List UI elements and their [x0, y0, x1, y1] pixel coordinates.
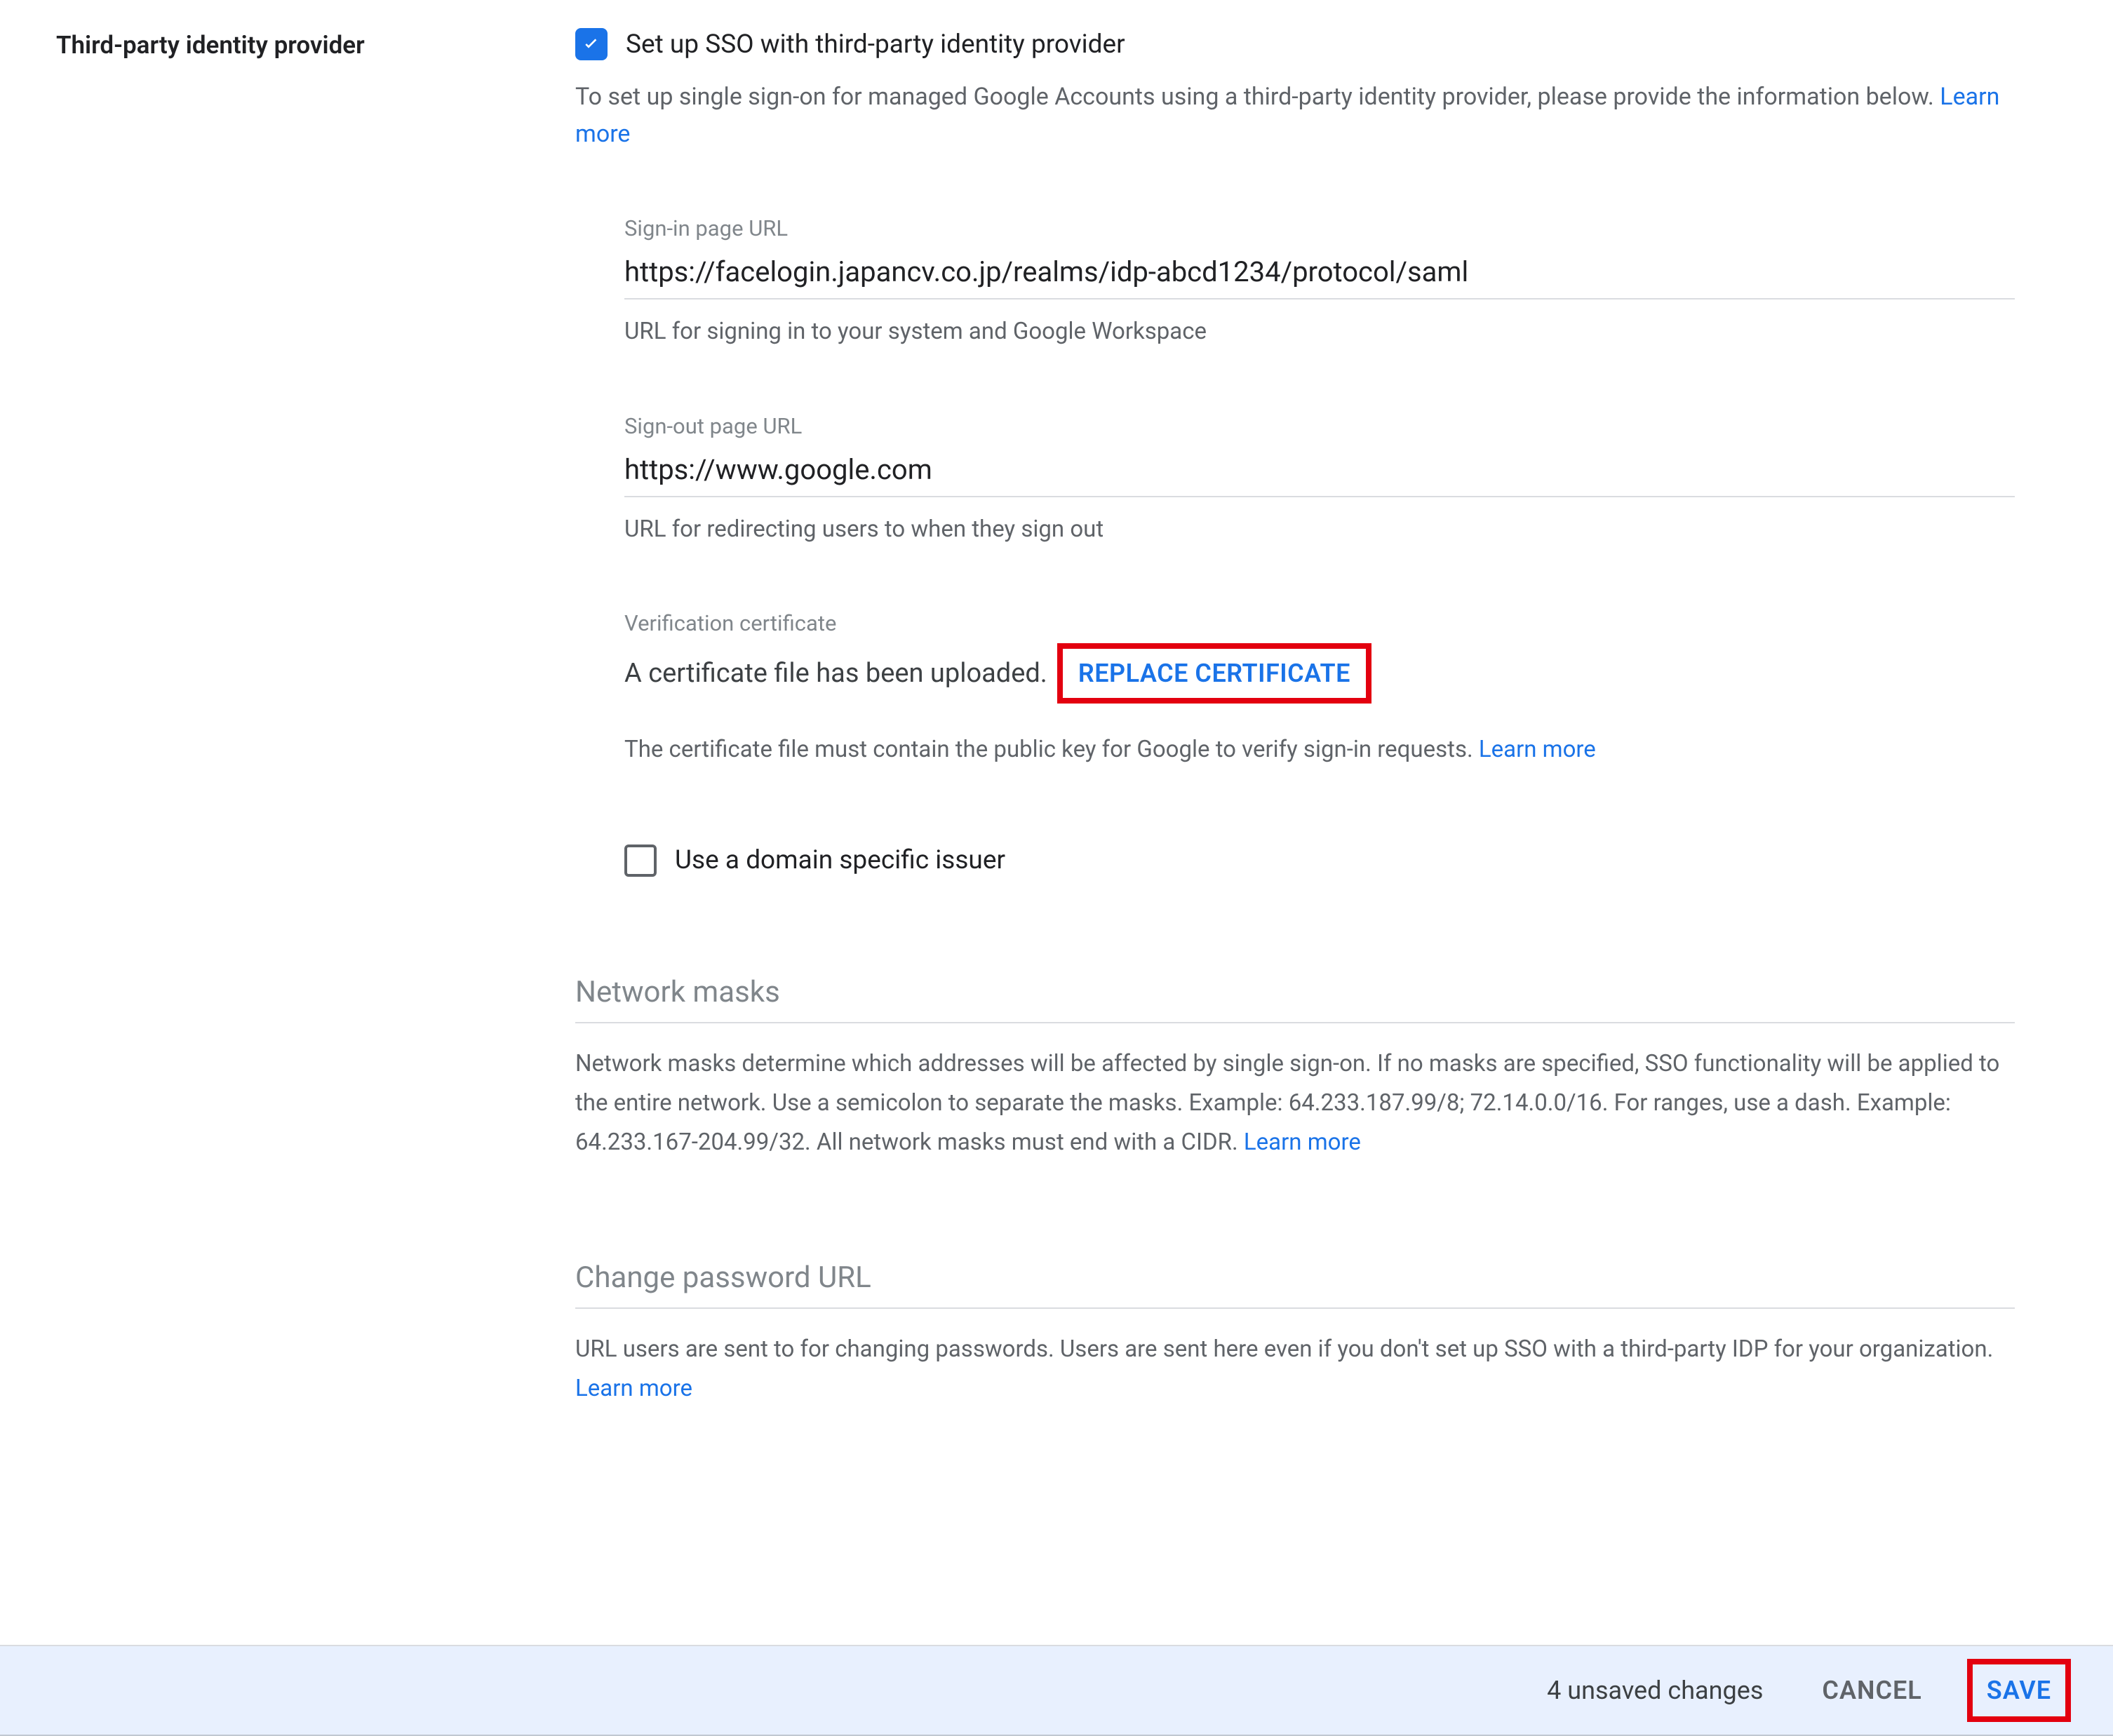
change-password-section: Change password URL URL users are sent t… [575, 1260, 2015, 1408]
cert-learn-more-link[interactable]: Learn more [1479, 736, 1596, 763]
signout-url-help: URL for redirecting users to when they s… [624, 511, 2015, 547]
signin-url-label: Sign-in page URL [624, 215, 2015, 241]
save-button-highlight: SAVE [1967, 1659, 2071, 1722]
domain-issuer-label: Use a domain specific issuer [675, 845, 1005, 875]
change-password-heading: Change password URL [575, 1260, 2015, 1309]
signin-url-input[interactable] [624, 248, 2015, 300]
section-title: Third-party identity provider [56, 28, 575, 60]
cert-status-text: A certificate file has been uploaded. [624, 658, 1047, 689]
save-button[interactable]: SAVE [1981, 1664, 2057, 1716]
network-masks-heading: Network masks [575, 975, 2015, 1023]
change-password-learn-more-link[interactable]: Learn more [575, 1375, 692, 1402]
network-masks-desc: Network masks determine which addresses … [575, 1044, 2015, 1162]
unsaved-changes-text: 4 unsaved changes [1547, 1676, 1763, 1705]
domain-issuer-checkbox-row[interactable]: Use a domain specific issuer [624, 845, 2015, 877]
network-masks-section: Network masks Network masks determine wh… [575, 975, 2015, 1162]
cancel-button[interactable]: CANCEL [1813, 1664, 1930, 1716]
verification-cert-field: Verification certificate A certificate f… [624, 610, 2015, 767]
sso-description: To set up single sign-on for managed Goo… [575, 79, 2015, 152]
cert-help-text: The certificate file must contain the pu… [624, 732, 2015, 767]
network-masks-learn-more-link[interactable]: Learn more [1244, 1129, 1361, 1156]
footer-bar: 4 unsaved changes CANCEL SAVE [0, 1645, 2113, 1736]
signin-url-field: Sign-in page URL URL for signing in to y… [624, 215, 2015, 349]
signout-url-input[interactable] [624, 446, 2015, 497]
sso-checkbox-row[interactable]: Set up SSO with third-party identity pro… [575, 28, 2015, 60]
verification-cert-label: Verification certificate [624, 610, 2015, 636]
signout-url-field: Sign-out page URL URL for redirecting us… [624, 413, 2015, 547]
change-password-desc: URL users are sent to for changing passw… [575, 1330, 2015, 1408]
replace-cert-highlight: REPLACE CERTIFICATE [1057, 643, 1371, 704]
signin-url-help: URL for signing in to your system and Go… [624, 314, 2015, 349]
checkbox-unchecked-icon[interactable] [624, 845, 657, 877]
signout-url-label: Sign-out page URL [624, 413, 2015, 439]
sso-checkbox-label: Set up SSO with third-party identity pro… [626, 29, 1125, 60]
replace-certificate-button[interactable]: REPLACE CERTIFICATE [1075, 652, 1353, 695]
checkbox-checked-icon[interactable] [575, 28, 608, 60]
